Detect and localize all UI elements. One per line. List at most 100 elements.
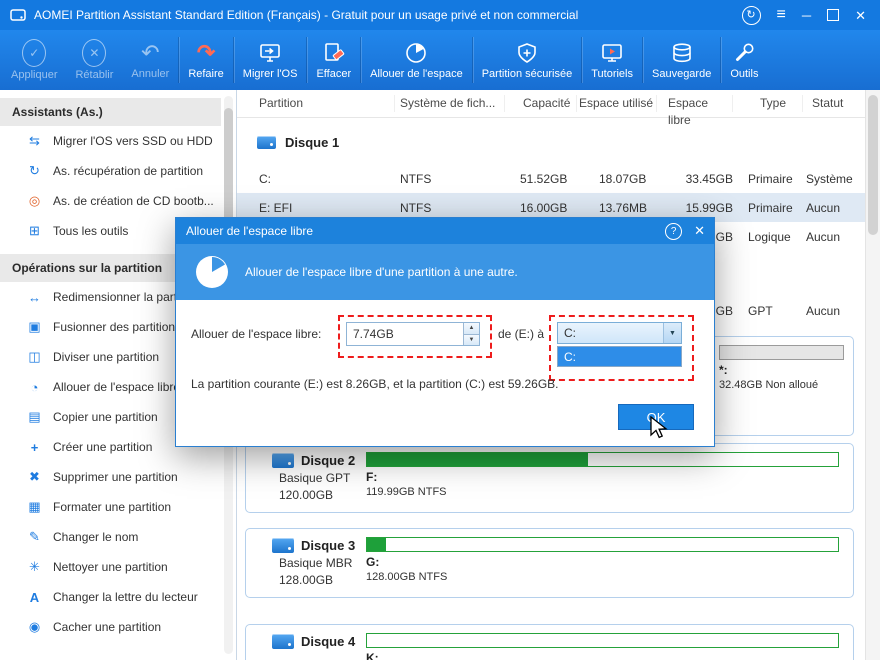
- tutorials-icon: [600, 40, 624, 66]
- disk1-unallocated-block[interactable]: *: 32.48GB Non alloué: [719, 345, 844, 391]
- sidebar-item-label: Tous les outils: [53, 224, 129, 238]
- disk4-usage-strip[interactable]: [366, 633, 839, 648]
- col-partition[interactable]: Partition: [237, 95, 395, 112]
- disk2-partition-f[interactable]: F: 119.99GB NTFS: [366, 444, 853, 512]
- toolbar-allouer-espace-button[interactable]: Allouer de l'espace: [361, 32, 472, 88]
- col-filesystem[interactable]: Système de fich...: [395, 95, 505, 112]
- disk2-card[interactable]: Disque 2 Basique GPT 120.00GB F: 119.99G…: [245, 443, 854, 513]
- sidebar-item-label: Migrer l'OS vers SSD ou HDD: [53, 134, 213, 148]
- col-capacity[interactable]: Capacité: [505, 95, 577, 112]
- merge-icon: ▣: [28, 319, 41, 334]
- disk2-usage-strip[interactable]: [366, 452, 839, 467]
- dialog-subtitle: Allouer de l'espace libre d'une partitio…: [245, 265, 518, 279]
- sidebar-item-label: Nettoyer une partition: [53, 560, 168, 574]
- toolbar-sauvegarde-button[interactable]: Sauvegarde: [643, 32, 720, 88]
- cell-partition: C:: [259, 171, 271, 186]
- menu-glyph: ≡: [776, 6, 786, 23]
- window-title: AOMEI Partition Assistant Standard Editi…: [34, 8, 579, 22]
- col-type[interactable]: Type: [733, 95, 803, 112]
- allocate-space-clock-icon: [404, 40, 428, 66]
- minimize-glyph: ─: [801, 7, 812, 23]
- partition-label: K:: [366, 651, 379, 660]
- close-icon[interactable]: ✕: [855, 9, 866, 22]
- toolbar-retablir-button[interactable]: ✕ Rétablir: [66, 32, 122, 88]
- apply-check-icon: ✓: [22, 39, 47, 67]
- resize-icon: ↔: [28, 289, 41, 305]
- dialog-title: Allouer de l'espace libre: [186, 224, 314, 238]
- toolbar-annuler-button[interactable]: ↶ Annuler: [122, 32, 178, 88]
- sidebar-item-cd-bootable[interactable]: ◎ As. de création de CD bootb...: [0, 186, 221, 216]
- recover-icon: ↻: [29, 163, 40, 178]
- toolbar-appliquer-button[interactable]: ✓ Appliquer: [2, 32, 66, 88]
- col-free-space[interactable]: Espace libre: [657, 95, 733, 127]
- disk1-unallocated-strip[interactable]: [719, 345, 844, 360]
- partition-label: *:: [719, 363, 728, 377]
- toolbar-refaire-button[interactable]: ↷ Refaire: [179, 32, 232, 88]
- toolbar-migrer-os-button[interactable]: Migrer l'OS: [234, 32, 307, 88]
- cell-free: 15.99GB: [685, 200, 733, 215]
- select-highlight-box: [549, 315, 694, 381]
- discard-cross-icon: ✕: [82, 39, 107, 67]
- disk1-group-row[interactable]: Disque 1: [237, 120, 865, 164]
- hide-eye-icon: ◉: [28, 619, 41, 634]
- disk4-partition-k[interactable]: K:: [366, 625, 853, 660]
- window-controls: ↻ ≡ ─ ✕: [741, 5, 880, 25]
- minimize-icon[interactable]: ─: [802, 9, 811, 22]
- sidebar-item-migrer-os[interactable]: ⇆ Migrer l'OS vers SSD ou HDD: [0, 126, 221, 156]
- disk2-info: Disque 2 Basique GPT 120.00GB: [246, 444, 366, 512]
- sidebar-item-label: Fusionner des partitions: [53, 320, 182, 334]
- col-status[interactable]: Statut: [803, 95, 865, 112]
- cell-type: Primaire: [748, 200, 793, 215]
- menu-icon[interactable]: ≡: [777, 7, 786, 23]
- refresh-icon[interactable]: ↻: [741, 5, 761, 25]
- col-used-space[interactable]: Espace utilisé: [577, 95, 657, 112]
- toolbar-label: Tutoriels: [591, 68, 633, 80]
- main-scrollbar[interactable]: [865, 90, 880, 660]
- main-scrollbar-thumb[interactable]: [868, 95, 878, 235]
- input-highlight-box: [338, 315, 492, 358]
- sidebar-item-label: As. de création de CD bootb...: [53, 194, 214, 208]
- sidebar-item-label: Créer une partition: [53, 440, 153, 454]
- disk2-size: 120.00GB: [279, 488, 334, 502]
- toolbar-partition-securisee-button[interactable]: Partition sécurisée: [473, 32, 582, 88]
- sidebar-item-changer-lettre[interactable]: A Changer la lettre du lecteur: [0, 582, 221, 612]
- toolbar-effacer-button[interactable]: Effacer: [307, 32, 360, 88]
- maximize-icon[interactable]: [827, 9, 840, 21]
- sidebar-item-supprimer[interactable]: ✖ Supprimer une partition: [0, 462, 221, 492]
- allocate-amount-label: Allouer de l'espace libre:: [191, 327, 322, 341]
- cell-status: Système: [806, 171, 853, 186]
- cell-status: Aucun: [806, 229, 841, 244]
- cell-free: 33.45GB: [685, 171, 733, 186]
- sidebar-item-changer-nom[interactable]: ✎ Changer le nom: [0, 522, 221, 552]
- cross-glyph: ✕: [89, 46, 100, 60]
- app-logo-icon: [10, 9, 26, 21]
- dialog-banner: Allouer de l'espace libre d'une partitio…: [176, 244, 714, 300]
- sidebar-item-nettoyer[interactable]: ✳ Nettoyer une partition: [0, 552, 221, 582]
- mouse-cursor: [650, 416, 668, 439]
- toolbar-outils-button[interactable]: Outils: [721, 32, 767, 88]
- sidebar-section-assistants: Assistants (As.): [0, 98, 221, 126]
- sidebar-item-formater[interactable]: ▦ Formater une partition: [0, 492, 221, 522]
- table-header: Partition Système de fich... Capacité Es…: [237, 90, 865, 127]
- close-glyph: ✕: [694, 223, 705, 238]
- format-icon: ▦: [28, 499, 41, 514]
- disk3-info: Disque 3 Basique MBR 128.00GB: [246, 529, 366, 597]
- disk4-card[interactable]: Disque 4 K:: [245, 624, 854, 660]
- dialog-help-icon[interactable]: ?: [665, 222, 683, 240]
- toolbar-label: Sauvegarde: [652, 68, 712, 80]
- wipe-icon: [322, 40, 346, 66]
- disk3-usage-strip[interactable]: [366, 537, 839, 552]
- sidebar-item-cacher[interactable]: ◉ Cacher une partition: [0, 612, 221, 642]
- disk3-partition-g[interactable]: G: 128.00GB NTFS: [366, 529, 853, 597]
- disk3-card[interactable]: Disque 3 Basique MBR 128.00GB G: 128.00G…: [245, 528, 854, 598]
- allocate-free-space-dialog: Allouer de l'espace libre ? ✕ Allouer de…: [175, 217, 715, 447]
- sidebar-item-recuperation-partition[interactable]: ↻ As. récupération de partition: [0, 156, 221, 186]
- dialog-close-icon[interactable]: ✕: [694, 223, 705, 239]
- disk3-size: 128.00GB: [279, 573, 334, 587]
- disk-icon: [272, 453, 294, 468]
- toolbar-label: Refaire: [188, 68, 224, 80]
- toolbar-tutoriels-button[interactable]: Tutoriels: [582, 32, 642, 88]
- table-row-c[interactable]: C: NTFS 51.52GB 18.07GB 33.45GB Primaire…: [237, 164, 865, 193]
- all-tools-grid-icon: ⊞: [29, 223, 40, 238]
- cell-capacity: 16.00GB: [520, 200, 568, 215]
